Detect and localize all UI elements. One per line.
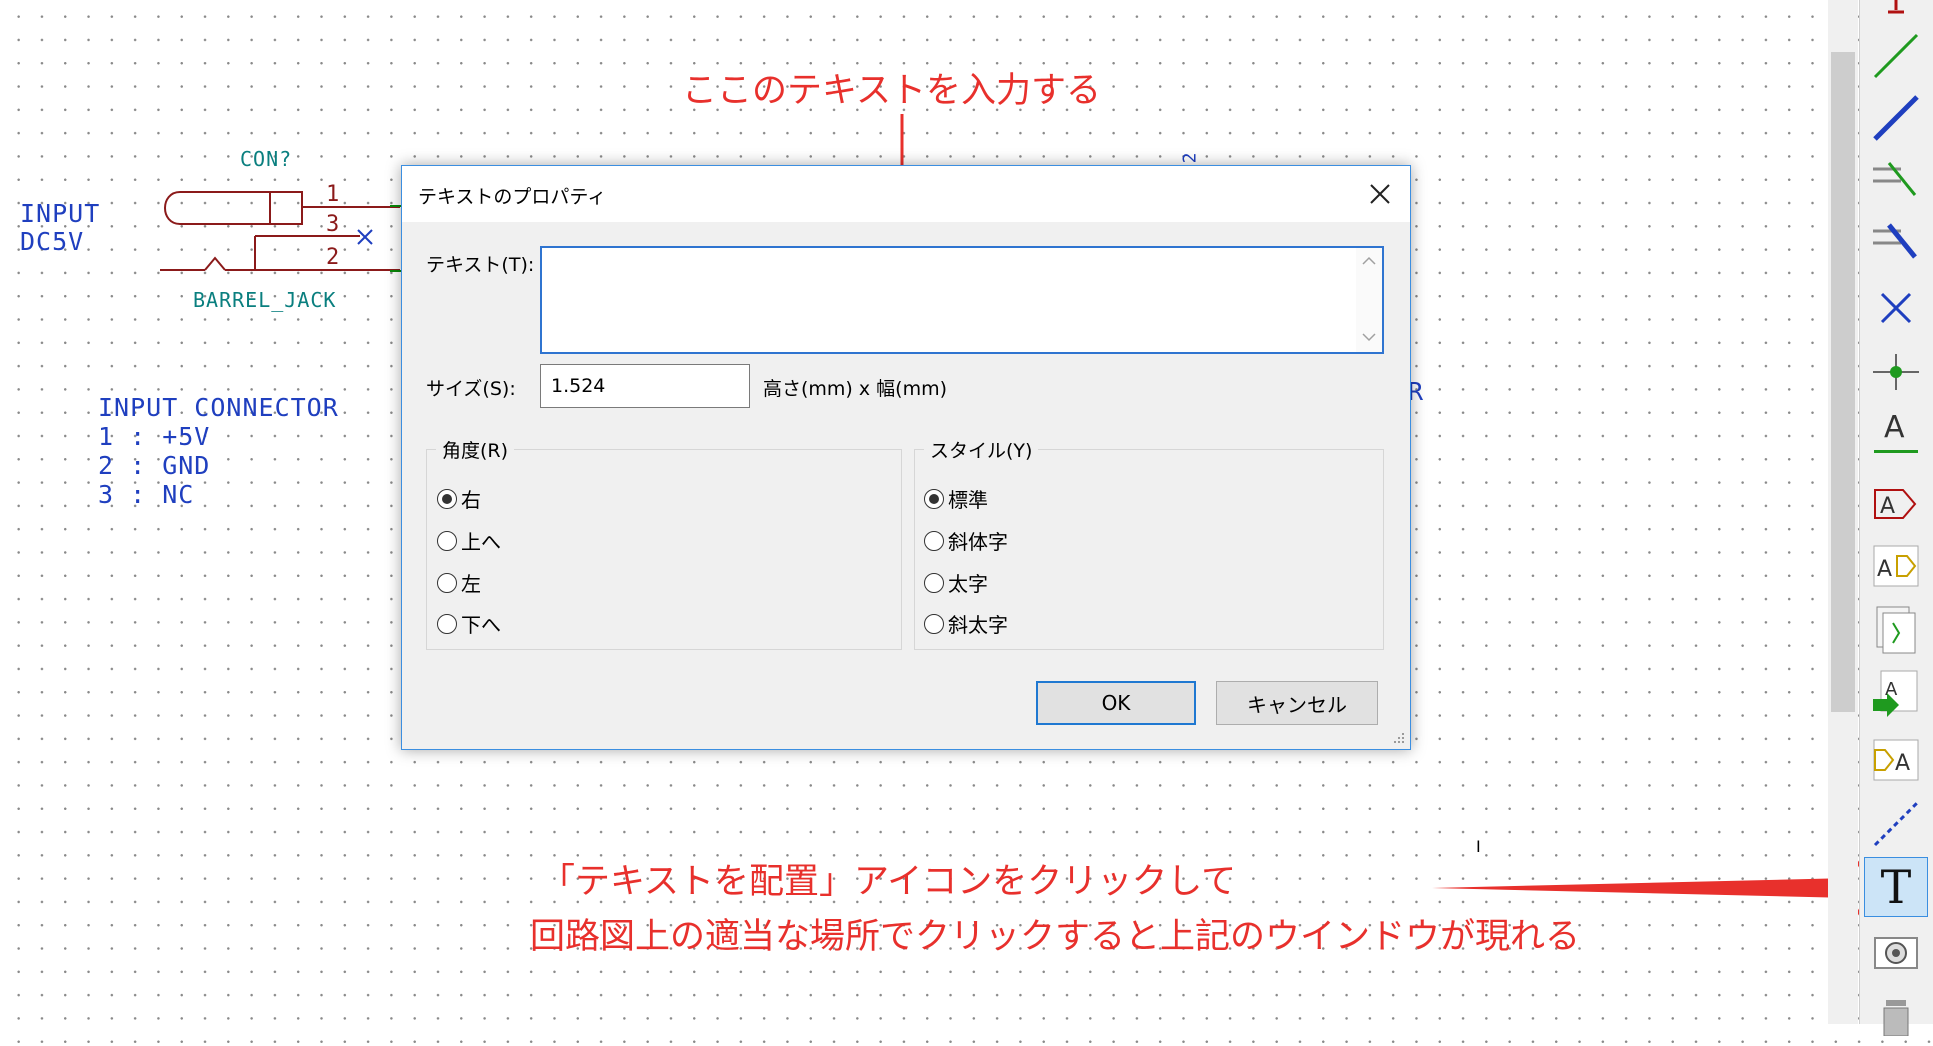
import-sheet-pin-tool[interactable]: A	[1864, 664, 1928, 724]
delete-tool[interactable]	[1864, 986, 1928, 1046]
svg-text:A: A	[1877, 557, 1892, 582]
barrel-jack-symbol[interactable]	[150, 180, 410, 290]
size-unit-label: 高さ(mm) x 幅(mm)	[763, 378, 948, 400]
wire-tool[interactable]	[1864, 26, 1928, 86]
scroll-down-icon[interactable]	[1362, 332, 1376, 342]
pin-number-2: 2	[326, 245, 340, 270]
connector-value: BARREL_JACK	[193, 288, 337, 312]
no-connect-tool[interactable]	[1864, 278, 1928, 338]
close-icon	[1370, 184, 1390, 204]
bus-bus-entry-tool[interactable]	[1864, 212, 1928, 272]
note-title[interactable]: INPUT CONNECTOR	[98, 393, 339, 422]
angle-group-title: 角度(R)	[436, 436, 515, 463]
style-option-bold[interactable]: 太字	[924, 568, 988, 597]
note-line-3[interactable]: 3 : NC	[98, 480, 194, 509]
style-group-title: スタイル(Y)	[924, 436, 1039, 463]
annotation-bottom-line1: 「テキストを配置」アイコンをクリックして	[540, 862, 1237, 902]
offscreen-ref-fragment: 2	[1179, 151, 1201, 164]
angle-option-right[interactable]: 右	[437, 484, 481, 513]
close-button[interactable]	[1350, 166, 1410, 222]
style-option-italic[interactable]: 斜体字	[924, 526, 1008, 555]
right-toolbar: A A A A A T	[1859, 0, 1933, 1036]
note-line-1[interactable]: 1 : +5V	[98, 422, 210, 451]
angle-option-down[interactable]: 下へ	[437, 609, 501, 638]
radio-button[interactable]	[437, 530, 457, 551]
dialog-titlebar[interactable]: テキストのプロパティ	[402, 166, 1410, 222]
input-label-line1[interactable]: INPUT	[20, 199, 100, 228]
radio-button[interactable]	[437, 613, 457, 634]
hierarchical-label-tool[interactable]: A	[1864, 536, 1928, 596]
net-label-tool[interactable]: A	[1864, 404, 1928, 464]
input-label-line2[interactable]: DC5V	[20, 227, 84, 256]
ok-button[interactable]: OK	[1036, 681, 1196, 725]
cancel-button[interactable]: キャンセル	[1216, 681, 1378, 725]
place-text-tool[interactable]: T	[1864, 857, 1928, 917]
import-sheet-pin-icon: A	[1873, 670, 1918, 717]
global-label-tool[interactable]: A	[1864, 474, 1928, 534]
text-input-scrollbar[interactable]	[1356, 248, 1382, 352]
wire-icon	[1873, 33, 1919, 79]
text-properties-dialog: テキストのプロパティ テキスト(T): サイズ(S): 高さ(mm) x 幅(m…	[401, 165, 1411, 750]
svg-text:A: A	[1880, 494, 1895, 519]
radio-button[interactable]	[924, 530, 944, 551]
note-line-2[interactable]: 2 : GND	[98, 451, 210, 480]
text-input[interactable]	[540, 246, 1384, 354]
wire-bus-entry-tool[interactable]	[1864, 150, 1928, 210]
radio-button[interactable]	[924, 613, 944, 634]
hierarchical-sheet-tool[interactable]	[1864, 600, 1928, 660]
angle-option-up[interactable]: 上へ	[437, 526, 501, 555]
dialog-title: テキストのプロパティ	[418, 186, 607, 208]
pin-number-1: 1	[326, 182, 340, 207]
place-text-icon: T	[1880, 860, 1912, 914]
hierarchical-label-icon: A	[1873, 545, 1919, 587]
delete-icon	[1883, 1000, 1909, 1036]
hierarchical-pin-icon: A	[1873, 739, 1919, 781]
net-label-icon: A	[1874, 410, 1918, 456]
text-field-label: テキスト(T):	[426, 254, 535, 276]
radio-button[interactable]	[924, 572, 944, 593]
bus-icon	[1873, 95, 1919, 141]
resize-grip-icon[interactable]	[1390, 729, 1406, 745]
wire-to-bus-entry-icon	[1873, 162, 1917, 196]
add-image-tool[interactable]	[1864, 922, 1928, 982]
radio-button[interactable]	[437, 572, 457, 593]
graphic-line-tool[interactable]	[1864, 794, 1928, 854]
radio-button-selected[interactable]	[924, 488, 944, 509]
scroll-up-icon[interactable]	[1362, 256, 1376, 266]
bus-tool[interactable]	[1864, 88, 1928, 148]
pin-number-3: 3	[326, 212, 340, 237]
graphic-line-icon	[1873, 801, 1919, 847]
junction-icon	[1873, 354, 1919, 390]
annotation-top: ここのテキストを入力する	[682, 71, 1101, 111]
image-icon	[1874, 937, 1918, 969]
angle-option-left[interactable]: 左	[437, 568, 481, 597]
global-label-icon: A	[1874, 489, 1917, 519]
bus-to-bus-entry-icon	[1873, 223, 1917, 259]
junction-tool[interactable]	[1864, 342, 1928, 402]
scrollbar-thumb[interactable]	[1831, 52, 1855, 712]
radio-button-selected[interactable]	[437, 488, 457, 509]
hierarchical-pin-tool[interactable]: A	[1864, 730, 1928, 790]
no-connect-icon	[1880, 292, 1912, 324]
size-input[interactable]	[540, 364, 750, 408]
svg-text:A: A	[1885, 679, 1898, 700]
hierarchical-sheet-icon	[1876, 606, 1916, 654]
size-label: サイズ(S):	[426, 378, 516, 400]
svg-text:A: A	[1895, 751, 1910, 776]
style-option-bold-italic[interactable]: 斜太字	[924, 609, 1008, 638]
annotation-bottom-line2: 回路図上の適当な場所でクリックすると上記のウインドウが現れる	[530, 917, 1581, 957]
connector-reference: CON?	[240, 147, 293, 171]
power-port-icon	[1888, 0, 1904, 14]
style-option-normal[interactable]: 標準	[924, 484, 988, 513]
